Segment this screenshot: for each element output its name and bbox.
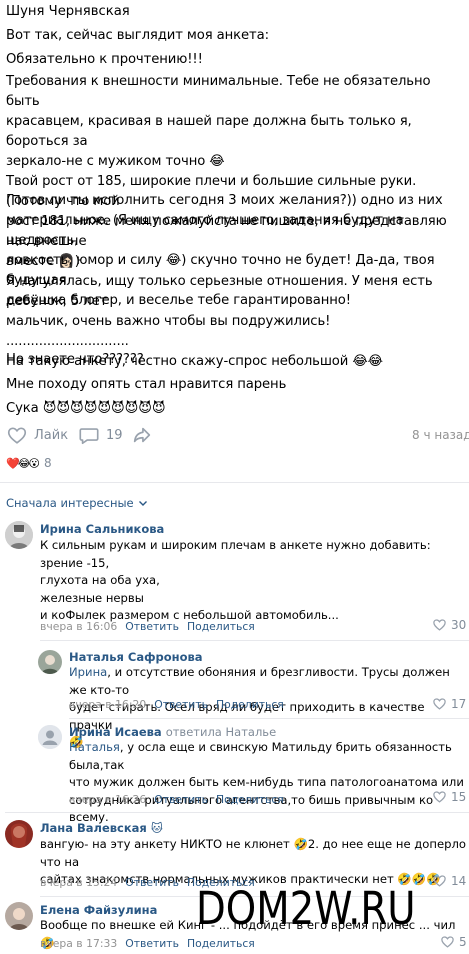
comment-likes[interactable]: 17 [432, 696, 466, 711]
comment-meta: вчера в 16:06 Ответить Поделиться [40, 620, 255, 633]
comment-author-name[interactable]: Ирина Исаева [69, 725, 162, 739]
comment-likes[interactable]: 5 [440, 934, 467, 949]
reply-button[interactable]: Ответить [154, 793, 208, 806]
heart-outline-icon [440, 934, 455, 949]
reactions-emoji: ❤️😂😮 [6, 456, 40, 470]
comment-icon [78, 424, 100, 446]
chevron-down-icon [138, 498, 148, 508]
heart-outline-icon [432, 617, 447, 632]
comment-likes[interactable]: 15 [432, 789, 466, 804]
comments-button[interactable]: 19 [78, 424, 123, 446]
share-link[interactable]: Поделиться [187, 937, 255, 950]
reply-button[interactable]: Ответить [125, 937, 179, 950]
likes-count: 15 [451, 789, 467, 804]
comment-time[interactable]: вчера в 16:20 [69, 698, 146, 711]
comment-text: К сильным рукам и широким плечам в анкет… [40, 538, 431, 622]
divider [5, 812, 469, 813]
heart-outline-icon [6, 424, 28, 446]
comment-author[interactable]: Ирина Исаева ответила Наталье [69, 725, 276, 739]
reply-to-label[interactable]: ответила Наталье [166, 725, 276, 739]
share-link[interactable]: Поделиться [216, 793, 284, 806]
post-time: 8 ч назад [412, 428, 469, 442]
comment-likes[interactable]: 30 [432, 617, 466, 632]
comments-count: 19 [106, 427, 123, 443]
likes-count: 30 [451, 617, 467, 632]
post-paragraph: Вот так, сейчас выглядит моя анкета: [6, 28, 269, 43]
sort-dropdown[interactable]: Сначала интересные [6, 496, 148, 510]
avatar[interactable] [38, 650, 62, 674]
post-paragraph: Но знаете что?????? [6, 352, 144, 367]
likes-count: 5 [459, 934, 467, 949]
post-paragraph: Сука 😈😈😈😈😈😈😈😈😈 [6, 401, 166, 416]
comment-author[interactable]: Елена Файзулина [40, 903, 157, 917]
share-link[interactable]: Поделиться [187, 620, 255, 633]
avatar[interactable] [5, 820, 33, 848]
share-button[interactable] [131, 424, 153, 446]
share-icon [131, 424, 153, 446]
post-author[interactable]: Шуня Чернявская [6, 2, 130, 22]
watermark: DOM2W.RU [196, 882, 416, 935]
comment-author-name[interactable]: Лана Валевская [40, 821, 147, 835]
mention-link[interactable]: Ирина [69, 665, 107, 679]
reply-button[interactable]: Ответить [154, 698, 208, 711]
like-label: Лайк [34, 427, 69, 443]
reply-button[interactable]: Ответить [125, 620, 179, 633]
avatar[interactable] [38, 725, 62, 749]
divider [0, 482, 469, 483]
reactions-row[interactable]: ❤️😂😮 8 [6, 456, 52, 470]
share-link[interactable]: Поделиться [216, 698, 284, 711]
mention-link[interactable]: Наталья [69, 740, 120, 754]
comment-meta: вчера в 16:20 Ответить Поделиться [69, 698, 284, 711]
comment-meta: вчера в 16:26 Ответить Поделиться [69, 793, 284, 806]
comment-author[interactable]: Наталья Сафронова [69, 650, 203, 664]
likes-count: 17 [451, 696, 467, 711]
comment-likes[interactable]: 14 [432, 873, 466, 888]
heart-outline-icon [432, 873, 447, 888]
avatar[interactable] [5, 902, 33, 930]
sort-label: Сначала интересные [6, 496, 134, 510]
post-paragraph: Мне походу опять стал нравится парень [6, 377, 287, 392]
like-button[interactable]: Лайк [6, 424, 68, 446]
heart-outline-icon [432, 696, 447, 711]
comment-time[interactable]: вчера в 15:24 [40, 876, 117, 889]
reactions-count: 8 [44, 456, 52, 470]
comment-meta: вчера в 17:33 Ответить Поделиться [40, 937, 255, 950]
heart-outline-icon [432, 789, 447, 804]
comment-time[interactable]: вчера в 17:33 [40, 937, 117, 950]
avatar[interactable] [5, 521, 33, 549]
divider [69, 718, 469, 719]
likes-count: 14 [451, 873, 467, 888]
reply-button[interactable]: Ответить [125, 876, 179, 889]
comment-author[interactable]: Ирина Сальникова [40, 522, 164, 536]
comment-time[interactable]: вчера в 16:06 [40, 620, 117, 633]
comment-text: Наталья, у осла еще и свинскую Матильду … [69, 739, 469, 827]
post-paragraph: Обязательно к прочтению!!! [6, 52, 203, 67]
comment-author[interactable]: Лана Валевская 🐱 [40, 821, 163, 835]
badge-icon: 🐱 [150, 821, 163, 835]
comment-time[interactable]: вчера в 16:26 [69, 793, 146, 806]
divider [40, 640, 469, 641]
